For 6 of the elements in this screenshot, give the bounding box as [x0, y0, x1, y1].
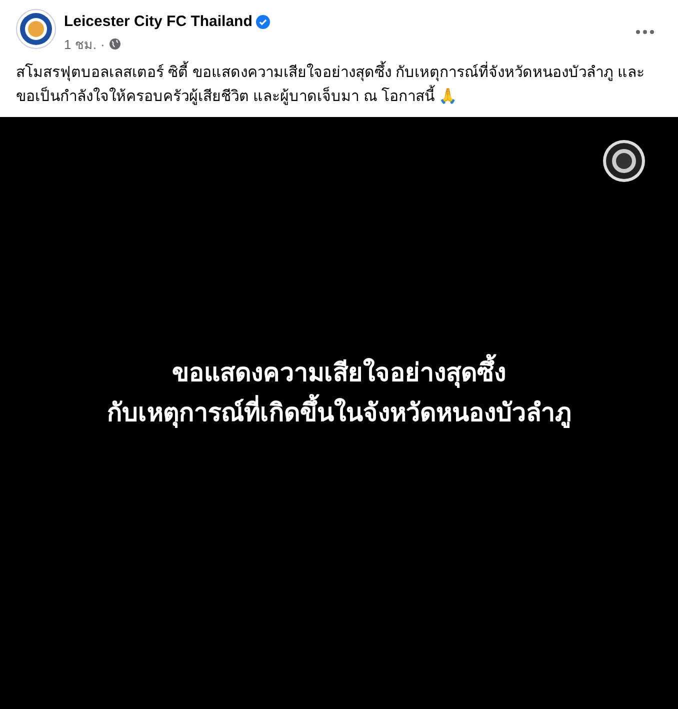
page-name[interactable]: Leicester City FC Thailand	[64, 11, 252, 34]
post-text: สโมสรฟุตบอลเลสเตอร์ ซิตี้ ขอแสดงความเสียใจอย่างสุดซึ้ง กับเหตุการณ์ที่จังหวัดหนองบัวลำภู และขอเป็นกำลังใจให้ครอบครัวผู้เสียชีวิต และผู้บาดเจ็บมา ณ โอกาสนี้ 🙏	[0, 54, 678, 117]
separator: ·	[100, 36, 105, 54]
image-caption: กับเหตุการณ์ที่เกิดขึ้นในจังหวัดหนองบัวลำภู	[107, 396, 571, 430]
post-time[interactable]: 1 ชม.	[64, 34, 96, 54]
image-caption: ขอแสดงความเสียใจอย่างสุดซึ้ง	[172, 356, 506, 390]
